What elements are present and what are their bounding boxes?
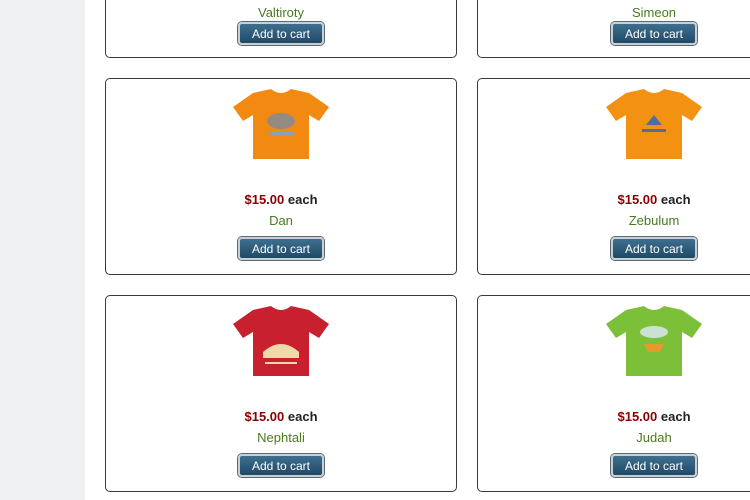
price-unit: each	[287, 192, 318, 207]
price-line: $15.00 each	[478, 409, 750, 424]
price-line: $15.00 each	[478, 192, 750, 207]
product-name[interactable]: Nephtali	[106, 430, 456, 445]
price: $15.00	[244, 192, 285, 207]
product-name[interactable]: Simeon	[478, 5, 750, 20]
add-to-cart-button[interactable]: Add to cart	[611, 22, 697, 45]
price: $15.00	[244, 409, 285, 424]
price-unit: each	[660, 192, 691, 207]
add-to-cart-button[interactable]: Add to cart	[238, 237, 324, 260]
product-name[interactable]: Zebulum	[478, 213, 750, 228]
price: $15.00	[617, 192, 658, 207]
product-card-simeon: Simeon Add to cart	[477, 0, 750, 58]
product-card-judah: $15.00 each Judah Add to cart	[477, 295, 750, 492]
tshirt-image[interactable]	[604, 89, 704, 161]
add-to-cart-button[interactable]: Add to cart	[238, 454, 324, 477]
price-unit: each	[660, 409, 691, 424]
product-name[interactable]: Valtiroty	[106, 5, 456, 20]
tshirt-image[interactable]	[231, 89, 331, 161]
add-to-cart-button[interactable]: Add to cart	[611, 454, 697, 477]
price-unit: each	[287, 409, 318, 424]
product-card-valtiroty: Valtiroty Add to cart	[105, 0, 457, 58]
product-card-zebulum: $15.00 each Zebulum Add to cart	[477, 78, 750, 275]
product-card-nephtali: $15.00 each Nephtali Add to cart	[105, 295, 457, 492]
product-name[interactable]: Dan	[106, 213, 456, 228]
product-name[interactable]: Judah	[478, 430, 750, 445]
add-to-cart-button[interactable]: Add to cart	[611, 237, 697, 260]
tshirt-image[interactable]	[231, 306, 331, 378]
price: $15.00	[617, 409, 658, 424]
price-line: $15.00 each	[106, 192, 456, 207]
tshirt-image[interactable]	[604, 306, 704, 378]
price-line: $15.00 each	[106, 409, 456, 424]
add-to-cart-button[interactable]: Add to cart	[238, 22, 324, 45]
product-grid: Valtiroty Add to cart Simeon Add to cart…	[0, 0, 750, 500]
product-card-dan: $15.00 each Dan Add to cart	[105, 78, 457, 275]
